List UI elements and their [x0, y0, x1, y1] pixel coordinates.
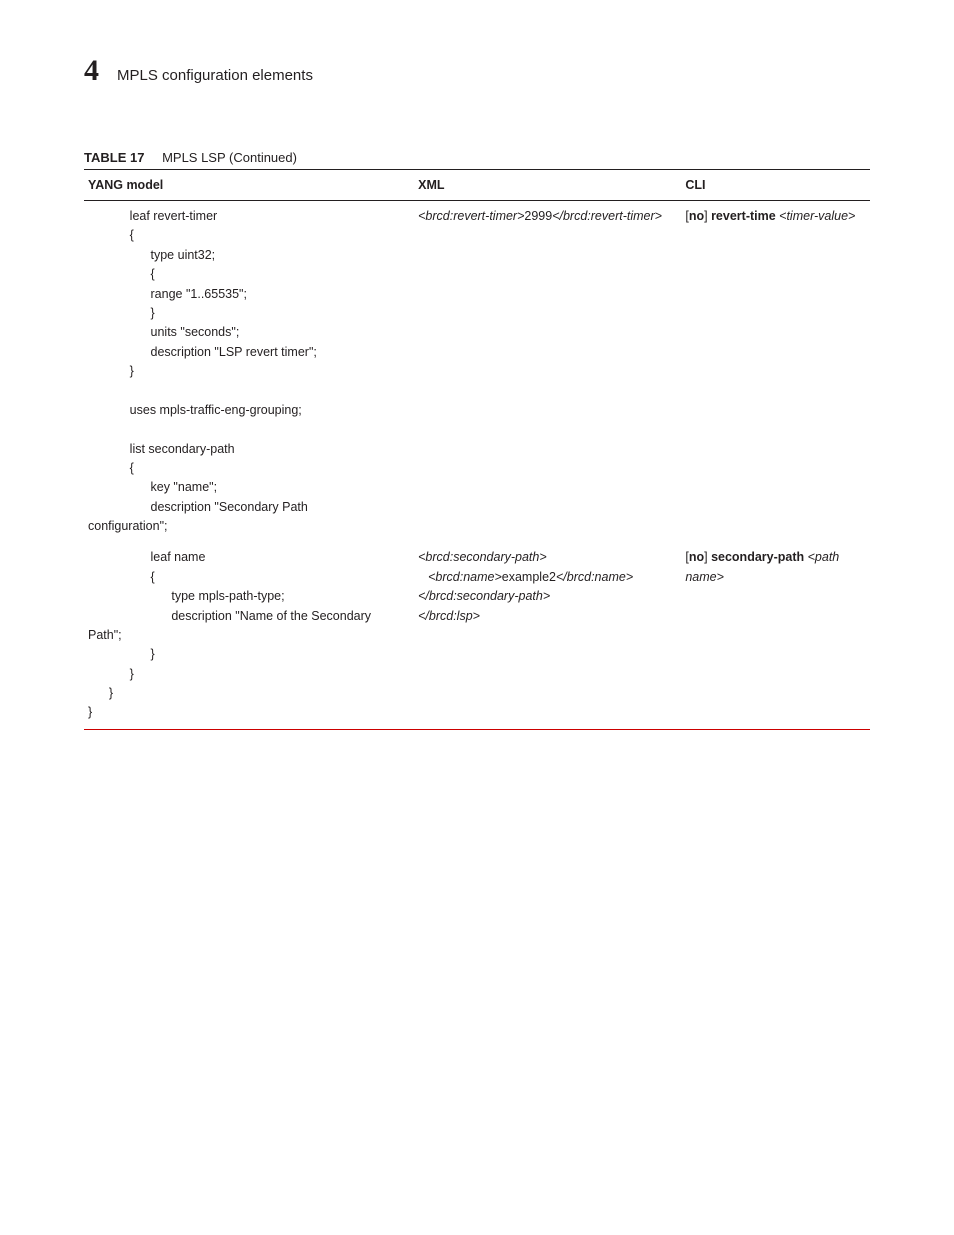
yang-code-block: leaf revert-timer { type uint32; { range…	[88, 207, 410, 536]
table-label: TABLE 17	[84, 150, 144, 165]
xml-line: </brcd:lsp>	[418, 609, 480, 623]
yang-code-block: leaf name { type mpls-path-type; descrip…	[88, 548, 410, 722]
xml-value: 2999	[524, 209, 552, 223]
table-header-row: YANG model XML CLI	[84, 170, 870, 201]
cli-no-prefix: [no]	[685, 209, 707, 223]
cli-no-bold: no	[689, 209, 704, 223]
table-title: MPLS LSP (Continued)	[162, 150, 297, 165]
xml-tag-open: <brcd:revert-timer>	[418, 209, 524, 223]
page-header: 4 MPLS configuration elements	[84, 54, 870, 88]
chapter-number: 4	[84, 54, 99, 88]
cell-yang: leaf name { type mpls-path-type; descrip…	[84, 542, 414, 728]
page-content: 4 MPLS configuration elements TABLE 17 M…	[0, 0, 954, 730]
xml-value: example2	[502, 570, 556, 584]
cli-cmd-name: revert-time	[708, 209, 780, 223]
mpls-lsp-table: YANG model XML CLI leaf revert-timer { t…	[84, 170, 870, 729]
cli-command: [no] revert-time <timer-value>	[685, 207, 866, 226]
table-caption: TABLE 17 MPLS LSP (Continued)	[84, 150, 870, 165]
table-bottom-rule	[84, 729, 870, 730]
cell-yang: leaf revert-timer { type uint32; { range…	[84, 201, 414, 543]
col-header-xml: XML	[414, 170, 681, 201]
cell-xml: <brcd:secondary-path> <brcd:name>example…	[414, 542, 681, 728]
cli-arg: <timer-value>	[779, 209, 855, 223]
xml-tag-close: </brcd:revert-timer>	[552, 209, 662, 223]
table-row: leaf name { type mpls-path-type; descrip…	[84, 542, 870, 728]
xml-code-block: <brcd:secondary-path> <brcd:name>example…	[418, 548, 677, 626]
cli-no-bold: no	[689, 550, 704, 564]
cli-cmd-name: secondary-path	[708, 550, 808, 564]
cli-no-prefix: [no]	[685, 550, 707, 564]
xml-line: <brcd:secondary-path>	[418, 550, 547, 564]
xml-code-block: <brcd:revert-timer>2999</brcd:revert-tim…	[418, 207, 677, 226]
cell-xml: <brcd:revert-timer>2999</brcd:revert-tim…	[414, 201, 681, 543]
cli-command: [no] secondary-path <path name>	[685, 548, 866, 587]
table-row: leaf revert-timer { type uint32; { range…	[84, 201, 870, 543]
xml-line: </brcd:secondary-path>	[418, 589, 550, 603]
col-header-cli: CLI	[681, 170, 870, 201]
cell-cli: [no] revert-time <timer-value>	[681, 201, 870, 543]
xml-tag-close: </brcd:name>	[556, 570, 633, 584]
col-header-yang: YANG model	[84, 170, 414, 201]
section-title: MPLS configuration elements	[117, 67, 313, 84]
cell-cli: [no] secondary-path <path name>	[681, 542, 870, 728]
xml-tag-open: <brcd:name>	[428, 570, 502, 584]
